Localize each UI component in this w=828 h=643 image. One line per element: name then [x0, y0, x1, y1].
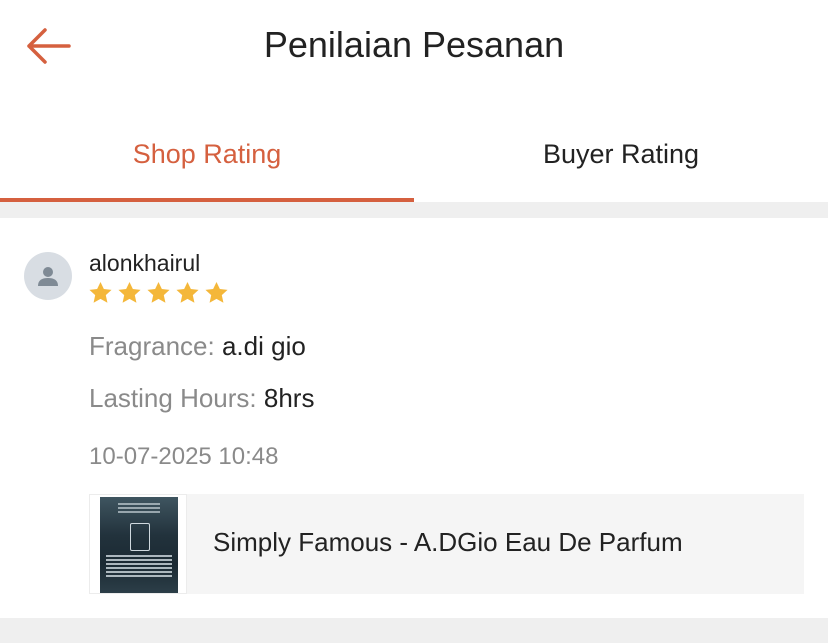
perfume-bottle-icon: [130, 523, 150, 551]
reviewer-username[interactable]: alonkhairul: [89, 250, 200, 277]
tab-shop-rating[interactable]: Shop Rating: [0, 112, 414, 202]
avatar[interactable]: [24, 252, 72, 300]
fragrance-value: a.di gio: [221, 331, 306, 361]
star-icon: [205, 281, 228, 303]
tab-buyer-rating[interactable]: Buyer Rating: [414, 112, 828, 202]
fragrance-attribute: Fragrance: a.di gio: [89, 331, 306, 362]
star-rating: [87, 280, 230, 306]
product-link[interactable]: Simply Famous - A.DGio Eau De Parfum: [89, 494, 804, 594]
lasting-hours-value: 8hrs: [263, 383, 315, 413]
section-divider: [0, 202, 828, 218]
star-icon: [176, 281, 199, 303]
section-divider-bottom: [0, 618, 828, 643]
product-thumbnail: [89, 494, 187, 594]
review-card: alonkhairul Fragrance: a.di gio Lasting …: [0, 218, 828, 618]
rating-tabs: Shop Rating Buyer Rating: [0, 112, 828, 202]
user-icon: [38, 267, 58, 286]
star-icon: [118, 281, 141, 303]
fragrance-label: Fragrance:: [89, 331, 215, 361]
lasting-hours-label: Lasting Hours:: [89, 383, 257, 413]
star-icon: [89, 281, 112, 303]
star-icon: [147, 281, 170, 303]
page-title: Penilaian Pesanan: [263, 24, 565, 65]
review-timestamp: 10-07-2025 10:48: [89, 443, 279, 470]
lasting-hours-attribute: Lasting Hours: 8hrs: [89, 383, 314, 414]
product-image: [100, 497, 178, 593]
product-name: Simply Famous - A.DGio Eau De Parfum: [213, 527, 683, 557]
app-header: Penilaian Pesanan: [0, 0, 828, 95]
